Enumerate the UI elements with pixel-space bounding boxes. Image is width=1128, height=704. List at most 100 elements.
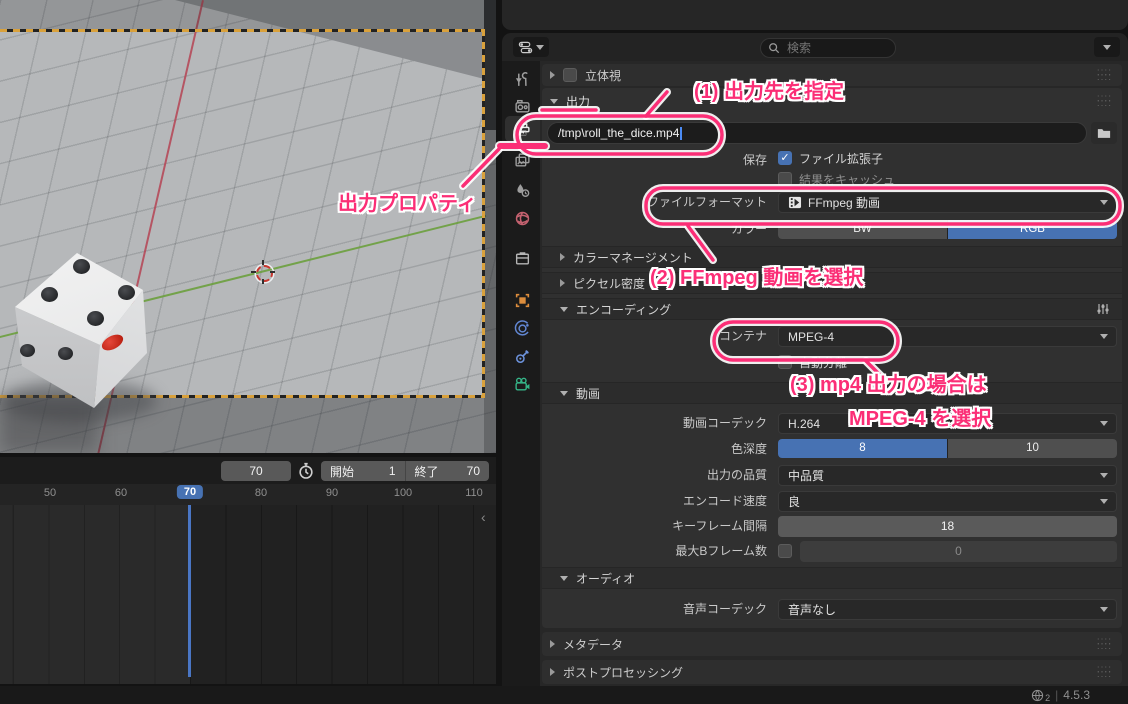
3d-viewport[interactable] [0,0,496,453]
encoding-speed-dropdown[interactable]: 良 [778,491,1117,512]
tab-object[interactable] [505,287,540,313]
stereoscopy-checkbox[interactable] [563,68,577,82]
playhead[interactable] [188,505,191,677]
region-collapse-arrow[interactable]: ‹ [481,509,486,525]
postprocessing-label: ポストプロセッシング [563,664,683,681]
collapse-arrow-icon [560,576,568,581]
search-field[interactable] [760,38,896,58]
audio-codec-dropdown[interactable]: 音声なし [778,599,1117,620]
presets-icon[interactable] [1096,302,1110,316]
current-frame-field[interactable]: 70 [221,461,291,481]
cursor-tick [262,279,264,284]
annotation-3-line1: (3) mp4 出力の場合は [790,368,987,397]
cache-result-checkbox[interactable] [778,172,792,186]
depth-10-button[interactable]: 10 [948,439,1117,458]
metadata-label: メタデータ [563,636,623,653]
audio-codec-value: 音声なし [788,601,836,618]
file-format-label: ファイルフォーマット [542,194,767,210]
tab-collection[interactable] [505,245,540,271]
search-input[interactable] [785,40,869,56]
text-cursor [680,127,682,140]
pixel-density-label: ピクセル密度 [573,275,645,292]
panel-drag-handle[interactable]: :::::::: [1097,70,1112,80]
start-frame-field[interactable]: 開始 1 [321,461,405,481]
color-rgb-button[interactable]: RGB [948,220,1117,239]
color-mode-toggle: BW RGB [778,220,1117,239]
panel-output: 出力 :::::::: /tmp\roll_the_dice.mp4 保存 [542,88,1122,628]
header-options-button[interactable] [1094,37,1120,57]
constraints-icon [514,348,531,365]
panel-drag-handle[interactable]: :::::::: [1097,639,1112,649]
stopwatch-icon[interactable] [297,462,319,481]
annotation-2: (2) FFmpeg 動画を選択 [650,261,863,290]
chevron-down-icon [536,45,544,50]
collection-icon [514,250,531,267]
tab-scene[interactable] [505,177,540,203]
world-icon [514,210,531,227]
file-format-dropdown[interactable]: FFmpeg 動画 [778,192,1117,213]
dice-object[interactable] [10,248,150,413]
output-properties-icon [514,121,531,138]
annotation-1: (1) 出力先を指定 [694,75,844,104]
chevron-down-icon [1100,473,1108,478]
output-filepath-field[interactable]: /tmp\roll_the_dice.mp4 [547,122,1087,144]
tab-object-data[interactable] [505,371,540,397]
audio-header[interactable]: オーディオ [542,567,1122,589]
tab-physics[interactable] [505,315,540,341]
tool-icon [514,71,531,88]
tab-output-active[interactable] [505,116,540,142]
chevron-down-icon [1100,200,1108,205]
end-frame-field[interactable]: 終了 70 [405,461,490,481]
3d-cursor[interactable] [254,263,272,281]
file-extensions-label: ファイル拡張子 [799,151,883,167]
editor-type-button[interactable] [513,37,549,57]
panel-metadata[interactable]: メタデータ :::::::: [542,632,1122,656]
tab-tool[interactable] [505,66,540,92]
autosplit-checkbox[interactable] [778,355,792,369]
view-layer-icon [514,152,531,169]
properties-header [502,33,1128,61]
depth-8-button[interactable]: 8 [778,439,947,458]
object-properties-icon [514,292,531,309]
ruler-tick: 50 [44,487,56,499]
chevron-down-icon [1100,499,1108,504]
tab-world[interactable] [505,205,540,231]
camera-passepartout-top [0,0,484,30]
encoding-header[interactable]: エンコーディング [542,298,1122,320]
chevron-down-icon [1103,45,1111,50]
container-dropdown[interactable]: MPEG-4 [778,326,1117,347]
video-codec-value: H.264 [788,417,820,431]
file-extensions-checkbox[interactable] [778,151,792,165]
physics-icon [514,320,531,337]
keyframe-interval-slider[interactable]: 18 [778,516,1117,537]
current-frame-badge[interactable]: 70 [177,485,203,499]
camera-border-right [482,29,485,398]
encoding-speed-value: 良 [788,493,800,510]
timeline-editor[interactable]: 70 開始 1 終了 70 50 60 70 80 9 [0,457,496,684]
tab-view-layer[interactable] [505,147,540,173]
ruler-tick: 80 [255,487,267,499]
max-b-frames-checkbox[interactable] [778,544,792,558]
panel-drag-handle[interactable]: :::::::: [1097,96,1112,106]
timeline-track[interactable]: ‹ [0,505,496,684]
camera-border-top [0,29,484,32]
outliner-region-bottom [502,0,1128,30]
container-value: MPEG-4 [788,330,834,344]
audio-label: オーディオ [576,570,635,587]
pip [41,287,58,302]
filepath-value: /tmp\roll_the_dice.mp4 [558,126,679,140]
timeline-ruler[interactable]: 50 60 70 80 90 100 110 [0,484,496,506]
browse-folder-button[interactable] [1091,122,1117,144]
start-label: 開始 [330,463,354,480]
quality-dropdown[interactable]: 中品質 [778,465,1117,486]
status-bar: 2 | 4.5.3 [0,686,1128,704]
color-bw-button[interactable]: BW [778,220,947,239]
max-b-frames-field[interactable]: 0 [800,541,1117,562]
ruler-tick: 100 [394,487,412,499]
properties-editor-icon [518,40,533,55]
panel-postprocessing[interactable]: ポストプロセッシング :::::::: [542,660,1122,684]
tab-constraints[interactable] [505,343,540,369]
blender-version: 4.5.3 [1063,688,1090,702]
panel-drag-handle[interactable]: :::::::: [1097,667,1112,677]
pip [20,344,35,357]
